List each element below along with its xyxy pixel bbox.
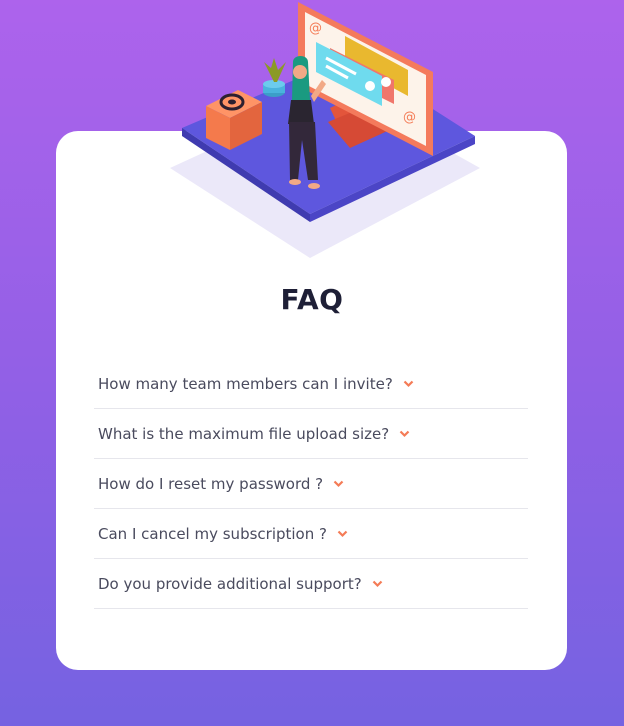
woman-online-illustration: @ @ <box>170 2 480 258</box>
faq-item[interactable]: How do I reset my password ? <box>94 460 528 509</box>
faq-question: What is the maximum file upload size? <box>98 425 390 443</box>
page-title: FAQ <box>280 283 344 316</box>
faq-question: Can I cancel my subscription ? <box>98 525 327 543</box>
faq-list: How many team members can I invite? What… <box>94 360 528 610</box>
faq-item[interactable]: Do you provide additional support? <box>94 560 528 609</box>
faq-question: How many team members can I invite? <box>98 375 393 393</box>
faq-question: How do I reset my password ? <box>98 475 324 493</box>
faq-item[interactable]: How many team members can I invite? <box>94 360 528 409</box>
chevron-down-icon <box>337 530 348 538</box>
faq-item[interactable]: Can I cancel my subscription ? <box>94 510 528 559</box>
chevron-down-icon <box>399 430 410 438</box>
faq-item[interactable]: What is the maximum file upload size? <box>94 410 528 459</box>
faq-question: Do you provide additional support? <box>98 575 362 593</box>
svg-text:@: @ <box>403 110 416 125</box>
chevron-down-icon <box>372 580 383 588</box>
svg-text:@: @ <box>309 21 322 36</box>
chevron-down-icon <box>333 480 344 488</box>
chevron-down-icon <box>403 380 414 388</box>
